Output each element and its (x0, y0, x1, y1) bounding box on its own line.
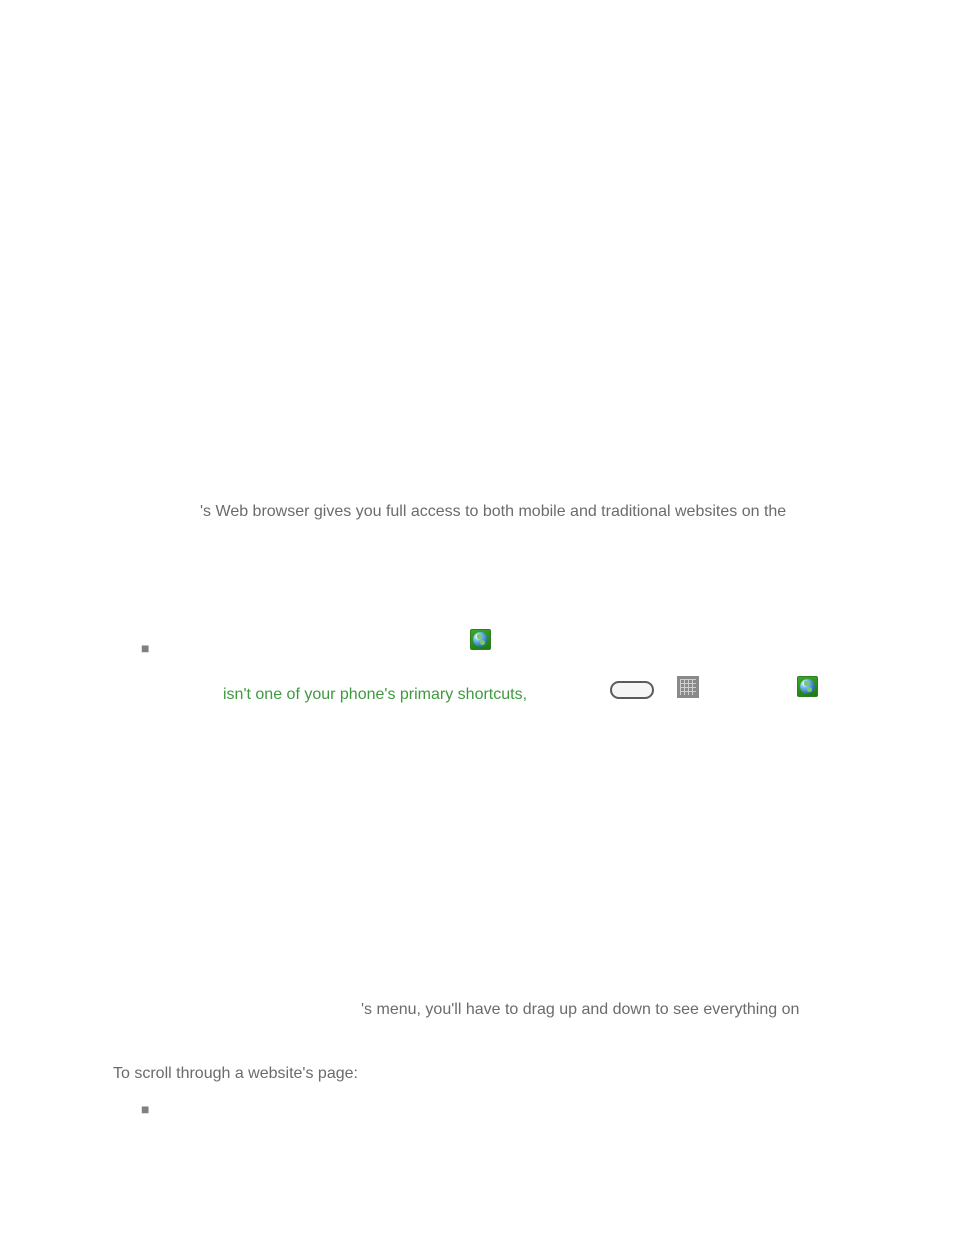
apps-grid-icon (677, 676, 699, 698)
tip-line2-part1: isn't one of your phone's primary shortc… (223, 684, 527, 706)
bullet-icon: ■ (141, 640, 149, 656)
para2-line1: 's menu, you'll have to drag up and down… (361, 999, 799, 1021)
home-button-icon (610, 681, 654, 699)
bullet-icon: ■ (141, 1101, 149, 1117)
scroll-heading: To scroll through a website's page: (113, 1063, 358, 1085)
document-page: 's Web browser gives you full access to … (0, 0, 954, 1235)
para1-line1: 's Web browser gives you full access to … (200, 501, 786, 523)
globe-icon (470, 629, 491, 650)
globe-icon (797, 676, 818, 697)
